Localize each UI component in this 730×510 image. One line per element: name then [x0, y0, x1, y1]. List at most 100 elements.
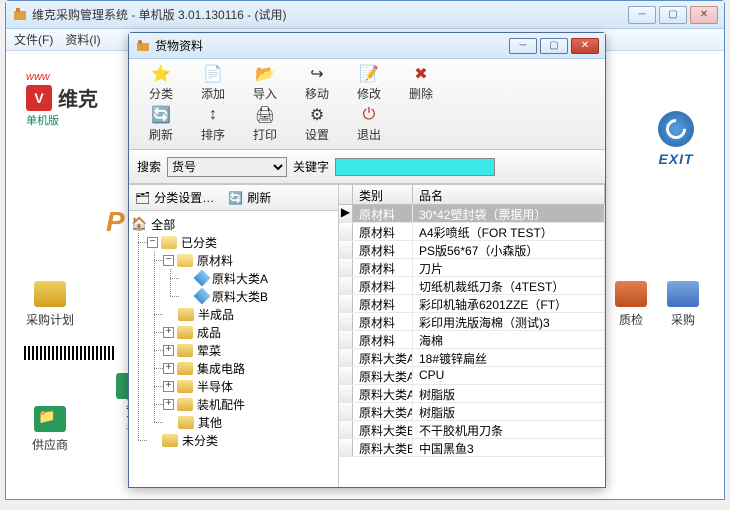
nav-plan[interactable]: 采购计划	[26, 281, 74, 328]
plan-icon	[34, 281, 66, 307]
dialog-min-button[interactable]: ─	[509, 38, 537, 54]
star-icon: ⭐	[151, 65, 171, 83]
tree-node[interactable]: +装机配件	[163, 395, 336, 413]
table-row[interactable]: 原材料A4彩喷纸（FOR TEST）	[339, 223, 605, 241]
sort-icon: ↕	[203, 106, 223, 124]
row-indicator-header	[339, 185, 353, 204]
menu-data[interactable]: 资料(I)	[65, 31, 100, 48]
add-icon: 📄	[203, 65, 223, 83]
col-name[interactable]: 品名	[413, 185, 605, 204]
table-row[interactable]: 原材料刀片	[339, 259, 605, 277]
edit-icon: 📝	[359, 65, 379, 83]
tb-edit[interactable]: 📝修改	[343, 63, 395, 104]
grid-body[interactable]: ▶原材料30*42塑封袋（票据用）原材料A4彩喷纸（FOR TEST）原材料PS…	[339, 205, 605, 487]
purchase-icon	[667, 281, 699, 307]
tree-setting-icon: 🗂	[135, 191, 150, 205]
dialog-titlebar[interactable]: 货物资料 ─ ▢ ✕	[129, 33, 605, 59]
table-row[interactable]: 原料大类A树脂版	[339, 403, 605, 421]
exit-label: EXIT	[658, 151, 694, 167]
keyword-label: 关键字	[293, 158, 329, 175]
tb-import[interactable]: 📂导入	[239, 63, 291, 104]
logo-sub: 单机版	[26, 112, 98, 128]
exit-button[interactable]: EXIT	[658, 111, 694, 167]
tree-refresh-button[interactable]: 🔄刷新	[228, 189, 271, 206]
gear-icon: ⚙	[307, 106, 327, 124]
tree-node-root[interactable]: 🏠全部	[131, 215, 336, 233]
tree-leaf[interactable]: 原料大类B	[179, 287, 336, 305]
search-label: 搜索	[137, 158, 161, 175]
tb-classify[interactable]: ⭐分类	[135, 63, 187, 104]
nav-supplier[interactable]: 📁 供应商	[26, 406, 74, 453]
logo-www: www	[26, 71, 98, 83]
tree-setting-button[interactable]: 🗂分类设置…	[135, 189, 214, 206]
tree-node[interactable]: 半成品	[163, 305, 336, 323]
app-icon	[12, 7, 28, 23]
dialog-close-button[interactable]: ✕	[571, 38, 599, 54]
tree-pane: 🗂分类设置… 🔄刷新 🏠全部−已分类−原材料原料大类A原料大类B半成品+成品+荤…	[129, 185, 339, 487]
move-icon: ↪	[307, 65, 327, 83]
barcode-graphic	[24, 346, 114, 360]
side-icons-right: 质检 采购	[615, 281, 699, 328]
menu-file[interactable]: 文件(F)	[14, 31, 53, 48]
main-close-button[interactable]: ✕	[690, 6, 718, 24]
main-min-button[interactable]: ─	[628, 6, 656, 24]
table-row[interactable]: 原材料彩印用洗版海棉（测试)3	[339, 313, 605, 331]
tb-sort[interactable]: ↕排序	[187, 104, 239, 145]
table-row[interactable]: 原料大类A18#镀锌扁丝	[339, 349, 605, 367]
tree-toolbar: 🗂分类设置… 🔄刷新	[129, 185, 338, 211]
goods-dialog: 货物资料 ─ ▢ ✕ ⭐分类 📄添加 📂导入 ↪移动 📝修改 ✖删除 🔄刷新 ↕…	[128, 32, 606, 488]
supplier-icon: 📁	[34, 406, 66, 432]
table-row[interactable]: 原料大类ACPU	[339, 367, 605, 385]
nav-qc[interactable]: 质检	[615, 281, 647, 328]
side-icons-left: 采购计划 📁 供应商	[26, 281, 74, 453]
tb-delete[interactable]: ✖删除	[395, 63, 447, 104]
dialog-max-button[interactable]: ▢	[540, 38, 568, 54]
tree-node-unclassified[interactable]: 未分类	[147, 431, 336, 449]
tree-node-classified[interactable]: −已分类	[147, 233, 336, 251]
exit-icon: ⏻	[359, 106, 379, 124]
nav-purchase[interactable]: 采购	[667, 281, 699, 328]
delete-icon: ✖	[411, 65, 431, 83]
refresh-icon: 🔄	[151, 106, 171, 124]
keyword-input[interactable]	[335, 158, 495, 176]
main-titlebar[interactable]: 维克采购管理系统 - 单机版 3.01.130116 - (试用) ─ ▢ ✕	[6, 1, 724, 29]
table-row[interactable]: 原料大类B中国黑鱼3	[339, 439, 605, 457]
table-row[interactable]: 原材料切纸机裁纸刀条（4TEST）	[339, 277, 605, 295]
logo-icon: V	[26, 85, 52, 111]
tree-leaf[interactable]: 原料大类A	[179, 269, 336, 287]
tree-node[interactable]: +成品	[163, 323, 336, 341]
tree-node[interactable]: +半导体	[163, 377, 336, 395]
table-row[interactable]: 原料大类A树脂版	[339, 385, 605, 403]
table-row[interactable]: ▶原材料30*42塑封袋（票据用）	[339, 205, 605, 223]
tree-node[interactable]: −原材料	[163, 251, 336, 269]
category-tree[interactable]: 🏠全部−已分类−原材料原料大类A原料大类B半成品+成品+荤菜+集成电路+半导体+…	[129, 211, 338, 487]
tb-print[interactable]: 🖨打印	[239, 104, 291, 145]
power-icon	[658, 111, 694, 147]
tree-node[interactable]: +集成电路	[163, 359, 336, 377]
dialog-title: 货物资料	[155, 37, 506, 54]
tb-move[interactable]: ↪移动	[291, 63, 343, 104]
print-icon: 🖨	[255, 106, 275, 124]
tb-refresh[interactable]: 🔄刷新	[135, 104, 187, 145]
main-title: 维克采购管理系统 - 单机版 3.01.130116 - (试用)	[32, 6, 628, 23]
table-row[interactable]: 原料大类B不干胶机用刀条	[339, 421, 605, 439]
refresh-icon: 🔄	[228, 191, 243, 205]
tb-setting[interactable]: ⚙设置	[291, 104, 343, 145]
qc-icon	[615, 281, 647, 307]
table-row[interactable]: 原材料海棉	[339, 331, 605, 349]
p-icon: P	[106, 206, 125, 238]
dialog-toolbar: ⭐分类 📄添加 📂导入 ↪移动 📝修改 ✖删除 🔄刷新 ↕排序 🖨打印 ⚙设置 …	[129, 59, 605, 150]
tree-node[interactable]: +荤菜	[163, 341, 336, 359]
import-icon: 📂	[255, 65, 275, 83]
dialog-content: 🗂分类设置… 🔄刷新 🏠全部−已分类−原材料原料大类A原料大类B半成品+成品+荤…	[129, 184, 605, 487]
col-category[interactable]: 类别	[353, 185, 413, 204]
table-row[interactable]: 原材料彩印机轴承6201ZZE（FT）	[339, 295, 605, 313]
search-field-select[interactable]: 货号	[167, 157, 287, 177]
dialog-icon	[135, 38, 151, 54]
table-row[interactable]: 原材料PS版56*67（小森版）	[339, 241, 605, 259]
grid-header: 类别 品名	[339, 185, 605, 205]
main-max-button[interactable]: ▢	[659, 6, 687, 24]
tb-add[interactable]: 📄添加	[187, 63, 239, 104]
tb-exit[interactable]: ⏻退出	[343, 104, 395, 145]
tree-node[interactable]: 其他	[163, 413, 336, 431]
